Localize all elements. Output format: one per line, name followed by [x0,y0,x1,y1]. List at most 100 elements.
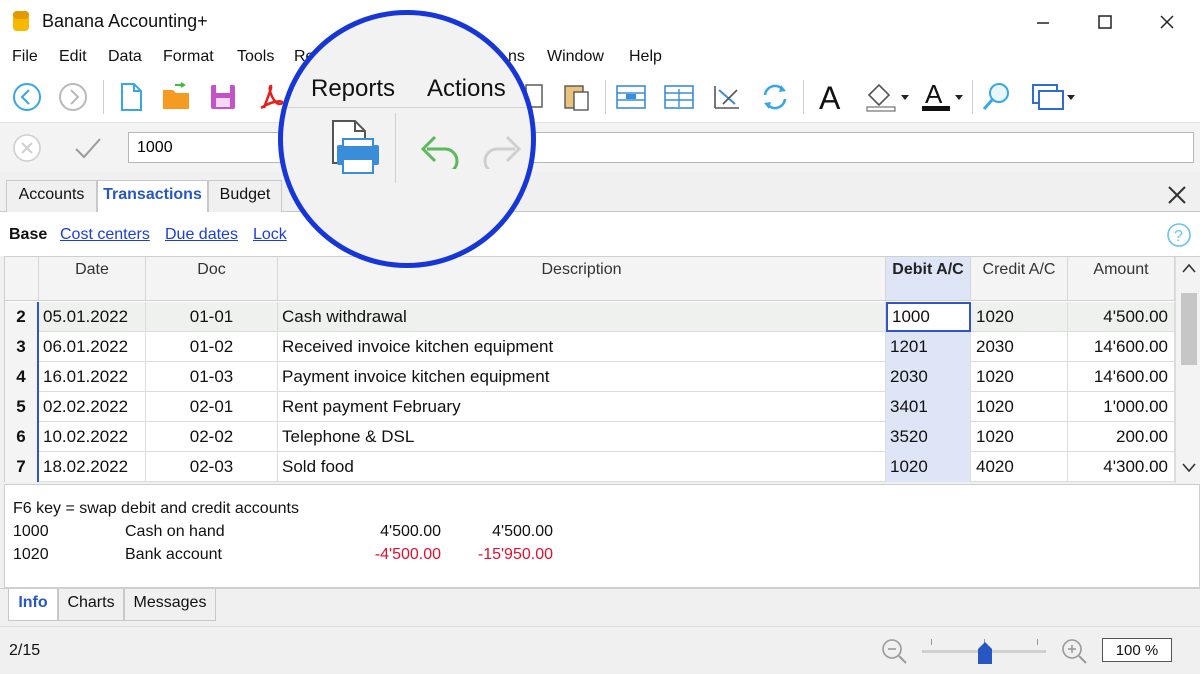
menu-window[interactable]: Window [547,48,604,66]
cell-amount[interactable]: 4'300.00 [1068,452,1175,482]
undo-icon[interactable] [411,119,467,169]
cell-date[interactable]: 05.01.2022 [39,302,146,332]
menu-file[interactable]: File [12,48,38,66]
cell-debit[interactable]: 2030 [886,362,971,392]
cell-amount[interactable]: 14'600.00 [1068,362,1175,392]
view-due-dates[interactable]: Due dates [165,226,238,244]
cell-amount[interactable]: 1'000.00 [1068,392,1175,422]
table-row[interactable]: 7 18.02.2022 02-03 Sold food 1020 4020 4'300.0… [5,452,1175,482]
view-cost-centers[interactable]: Cost centers [60,226,150,244]
cell-amount[interactable]: 200.00 [1068,422,1175,452]
cell-debit[interactable]: 1020 [886,452,971,482]
cell-debit[interactable]: 3401 [886,392,971,422]
cell-date[interactable]: 10.02.2022 [39,422,146,452]
close-tab-button[interactable] [1166,184,1188,211]
cell-description[interactable]: Payment invoice kitchen equipment [278,362,886,392]
cell-date[interactable]: 02.02.2022 [39,392,146,422]
cell-doc[interactable]: 01-02 [146,332,278,362]
cell-description[interactable]: Sold food [278,452,886,482]
cell-doc[interactable]: 02-03 [146,452,278,482]
cell-date[interactable]: 16.01.2022 [39,362,146,392]
find-button[interactable] [980,80,1014,114]
column-header-date[interactable]: Date [39,257,146,301]
callout-reports-label[interactable]: Reports [311,75,395,103]
window-button[interactable] [1030,80,1080,114]
print-preview-icon[interactable] [321,115,381,177]
scrollbar-thumb[interactable] [1181,293,1197,365]
close-window-button[interactable] [1144,6,1190,38]
cell-debit[interactable]: 1201 [886,332,971,362]
cell-date[interactable]: 06.01.2022 [39,332,146,362]
column-header-credit[interactable]: Credit A/C [971,257,1068,301]
menu-tools[interactable]: Tools [237,48,274,66]
cell-doc[interactable]: 02-02 [146,422,278,452]
cell-doc[interactable]: 02-01 [146,392,278,422]
scroll-up-icon[interactable] [1182,263,1196,273]
cell-doc[interactable]: 01-03 [146,362,278,392]
back-button[interactable] [10,80,44,114]
menu-edit[interactable]: Edit [59,48,87,66]
minimize-button[interactable] [1020,6,1066,38]
table-row[interactable]: 2 05.01.2022 01-01 Cash withdrawal 1000 1020 4… [5,302,1175,332]
redo-icon[interactable] [479,119,535,169]
zoom-in-button[interactable] [1060,637,1088,670]
cell-credit[interactable]: 1020 [971,392,1068,422]
column-header-doc[interactable]: Doc [146,257,278,301]
table-row[interactable]: 4 16.01.2022 01-03 Payment invoice kitchen … [5,362,1175,392]
open-file-button[interactable] [160,80,194,114]
new-file-button[interactable] [114,80,148,114]
cell-doc[interactable]: 01-01 [146,302,278,332]
confirm-edit-button[interactable] [72,133,104,168]
cell-amount[interactable]: 14'600.00 [1068,332,1175,362]
callout-actions-label[interactable]: Actions [427,75,506,103]
maximize-button[interactable] [1082,6,1128,38]
zoom-out-button[interactable] [880,637,908,670]
sort-button[interactable] [710,80,744,114]
table-row[interactable]: 6 10.02.2022 02-02 Telephone & DSL 3520 1020 2… [5,422,1175,452]
cell-credit[interactable]: 2030 [971,332,1068,362]
table-row[interactable]: 3 06.01.2022 01-02 Received invoice kitchen… [5,332,1175,362]
tab-accounts[interactable]: Accounts [6,180,97,212]
cell-description[interactable]: Cash withdrawal [278,302,886,332]
cancel-edit-button[interactable] [12,133,42,168]
cell-amount[interactable]: 4'500.00 [1068,302,1175,332]
cell-credit[interactable]: 1020 [971,302,1068,332]
menu-data[interactable]: Data [108,48,142,66]
help-button[interactable]: ? [1166,222,1192,253]
cell-credit[interactable]: 1020 [971,422,1068,452]
tab-budget[interactable]: Budget [208,180,282,212]
zoom-level[interactable]: 100 % [1102,638,1172,662]
cell-description[interactable]: Telephone & DSL [278,422,886,452]
fill-color-button[interactable] [862,80,912,114]
view-lock[interactable]: Lock [253,226,287,244]
cell-date[interactable]: 18.02.2022 [39,452,146,482]
column-header-description[interactable]: Description [278,257,886,301]
recheck-button[interactable] [758,80,792,114]
text-color-button[interactable]: A [918,80,968,114]
save-button[interactable] [206,80,240,114]
font-button[interactable]: A [814,80,848,114]
column-header-debit[interactable]: Debit A/C [886,257,971,301]
paste-button[interactable] [560,80,594,114]
zoom-slider[interactable] [922,639,1046,665]
cell-description[interactable]: Received invoice kitchen equipment [278,332,886,362]
table-row[interactable]: 5 02.02.2022 02-01 Rent payment February 340… [5,392,1175,422]
view-base[interactable]: Base [9,226,47,244]
zoom-slider-handle[interactable] [977,641,993,665]
vertical-scrollbar[interactable] [1175,257,1200,483]
cell-credit[interactable]: 1020 [971,362,1068,392]
cell-credit[interactable]: 4020 [971,452,1068,482]
delete-rows-button[interactable] [662,80,696,114]
scroll-down-icon[interactable] [1182,463,1196,473]
insert-rows-button[interactable] [614,80,648,114]
tab-transactions[interactable]: Transactions [97,180,208,213]
tab-info[interactable]: Info [8,589,58,621]
cell-description[interactable]: Rent payment February [278,392,886,422]
forward-button[interactable] [56,80,90,114]
cell-debit[interactable]: 3520 [886,422,971,452]
tab-messages[interactable]: Messages [124,589,216,621]
cell-debit[interactable]: 1000 [886,302,971,332]
menu-help[interactable]: Help [629,48,662,66]
column-header-amount[interactable]: Amount [1068,257,1175,301]
menu-format[interactable]: Format [163,48,214,66]
